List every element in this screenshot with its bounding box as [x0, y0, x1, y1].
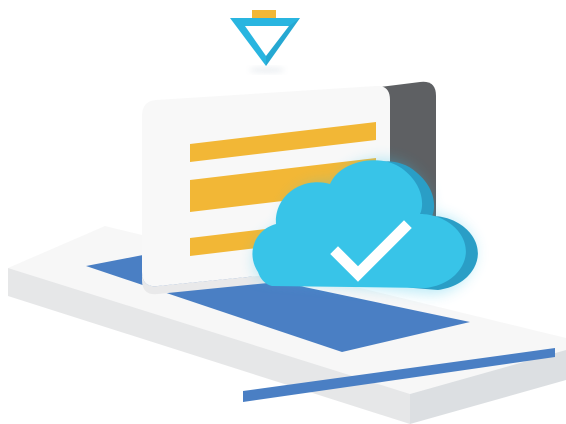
marker-shadow	[249, 67, 285, 73]
triangle-marker-icon	[230, 10, 300, 73]
cloud-card-illustration	[8, 10, 566, 424]
marker-tab	[252, 10, 276, 18]
